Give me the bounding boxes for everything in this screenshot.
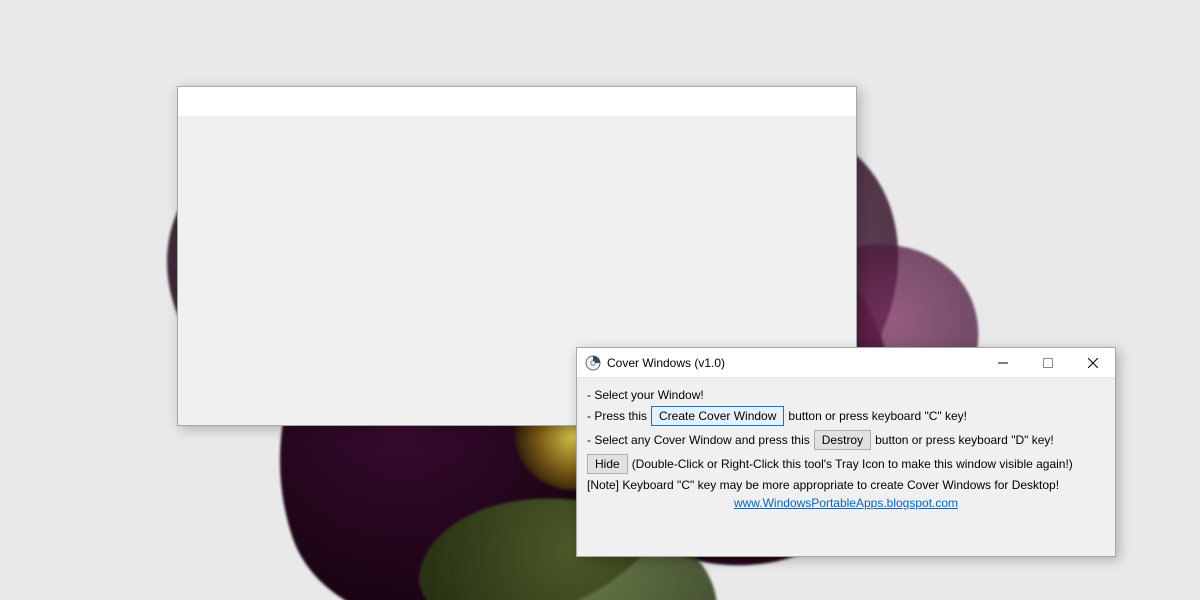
maximize-button[interactable] <box>1025 348 1070 377</box>
hide-button[interactable]: Hide <box>587 454 628 474</box>
app-icon <box>585 355 601 371</box>
note-text: [Note] Keyboard "C" key may be more appr… <box>587 478 1059 492</box>
minimize-icon <box>998 358 1008 368</box>
instruction-after-create: button or press keyboard "C" key! <box>788 409 967 423</box>
titlebar[interactable]: Cover Windows (v1.0) <box>577 348 1115 378</box>
instruction-select-window: - Select your Window! <box>587 388 704 402</box>
hide-hint: (Double-Click or Right-Click this tool's… <box>632 457 1073 471</box>
background-window-titlebar[interactable] <box>178 87 856 117</box>
cover-windows-window[interactable]: Cover Windows (v1.0) - Select your Windo… <box>576 347 1116 557</box>
close-icon <box>1088 358 1098 368</box>
create-cover-window-button[interactable]: Create Cover Window <box>651 406 784 426</box>
close-button[interactable] <box>1070 348 1115 377</box>
instruction-select-cover: - Select any Cover Window and press this <box>587 433 810 447</box>
destroy-button[interactable]: Destroy <box>814 430 871 450</box>
instruction-after-destroy: button or press keyboard "D" key! <box>875 433 1054 447</box>
window-title: Cover Windows (v1.0) <box>607 356 725 370</box>
window-body: - Select your Window! - Press this Creat… <box>577 378 1115 518</box>
instruction-press-this: - Press this <box>587 409 647 423</box>
website-link[interactable]: www.WindowsPortableApps.blogspot.com <box>734 496 958 510</box>
maximize-icon <box>1043 358 1053 368</box>
minimize-button[interactable] <box>980 348 1025 377</box>
